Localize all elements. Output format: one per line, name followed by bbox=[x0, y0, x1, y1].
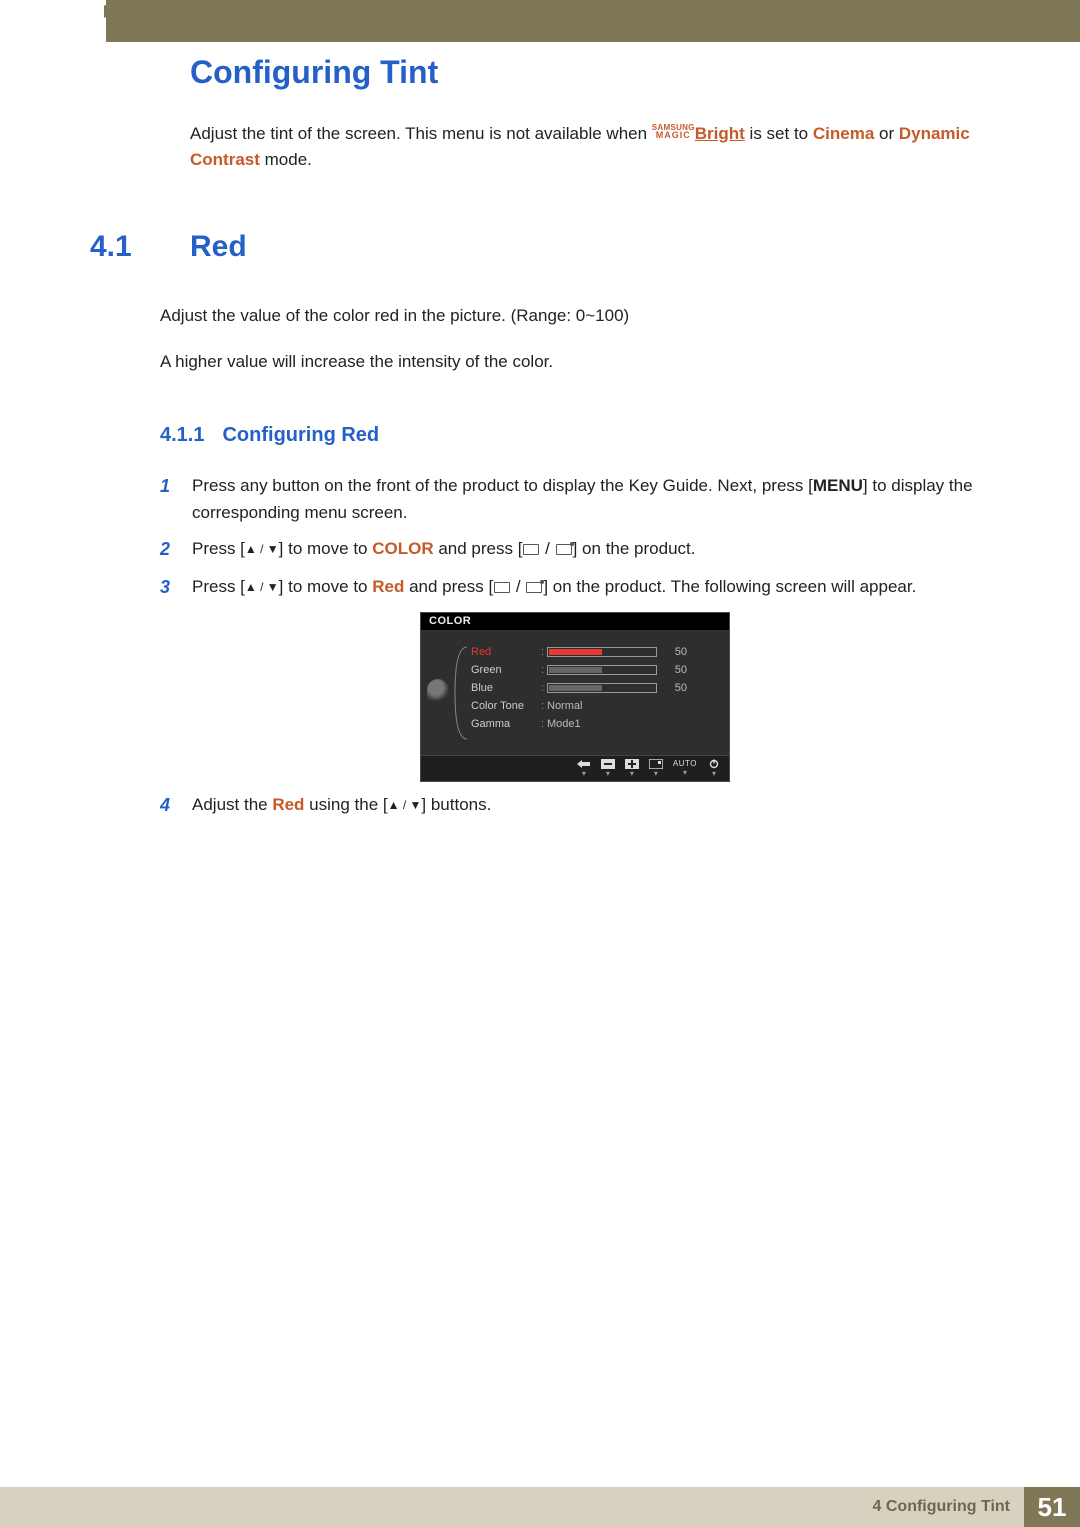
step-1-number: 1 bbox=[160, 473, 174, 526]
osd-val-ctone: Normal bbox=[547, 700, 582, 712]
step-1-a: Press any button on the front of the pro… bbox=[192, 476, 813, 495]
menu-keyword: MENU bbox=[813, 476, 863, 495]
intro-paragraph: Adjust the tint of the screen. This menu… bbox=[190, 121, 990, 174]
osd-label-green: Green bbox=[471, 664, 541, 676]
step-2-b: ] to move to bbox=[279, 539, 373, 558]
enter-icon bbox=[526, 582, 542, 593]
chapter-number-graphic: 4 bbox=[104, 0, 162, 42]
osd-row-gamma: Gamma : Mode1 bbox=[429, 715, 721, 733]
osd-body: Red : 50 Green : 50 Blue bbox=[421, 643, 729, 747]
osd-return-icon: ▾ bbox=[577, 759, 591, 778]
osd-bar-red bbox=[547, 647, 657, 657]
step-2: 2 Press [▲ / ▼] to move to COLOR and pre… bbox=[160, 536, 990, 564]
subsection-heading: 4.1.1 Configuring Red bbox=[160, 424, 990, 447]
red-keyword: Red bbox=[372, 577, 404, 596]
color-keyword: COLOR bbox=[372, 539, 433, 558]
osd-footer: ▾ ▾ ▾ ▾ AUTO▾ ▾ bbox=[421, 755, 729, 781]
osd-row-blue: Blue : 50 bbox=[429, 679, 721, 697]
intro-mid2: or bbox=[874, 124, 899, 143]
page: 4 Configuring Tint Adjust the tint of th… bbox=[0, 0, 1080, 1527]
osd-screenshot: COLOR Red : 50 Green bbox=[160, 612, 990, 782]
osd-val-green: 50 bbox=[665, 664, 687, 676]
osd-enter-icon: ▾ bbox=[649, 759, 663, 778]
osd-row-color-tone: Color Tone : Normal bbox=[429, 697, 721, 715]
step-4-c: ] buttons. bbox=[421, 795, 491, 814]
chapter-number: 4 bbox=[104, 0, 147, 42]
triangle-up-down-icon: ▲ / ▼ bbox=[388, 798, 422, 812]
osd-bar-fill-red bbox=[549, 649, 602, 655]
osd-row-red: Red : 50 bbox=[429, 643, 721, 661]
osd-plus-icon: ▾ bbox=[625, 759, 639, 778]
osd-val-gamma: Mode1 bbox=[547, 718, 581, 730]
step-2-d: ] on the product. bbox=[573, 539, 696, 558]
step-2-c: and press [ bbox=[434, 539, 523, 558]
bright-keyword: Bright bbox=[695, 124, 745, 143]
step-4-number: 4 bbox=[160, 792, 174, 820]
footer-page-number: 51 bbox=[1024, 1487, 1080, 1527]
osd-title: COLOR bbox=[421, 613, 729, 631]
section-number: 4.1 bbox=[90, 230, 160, 264]
osd-val-red: 50 bbox=[665, 646, 687, 658]
magic-bot: MAGIC bbox=[652, 131, 695, 139]
osd-val-blue: 50 bbox=[665, 682, 687, 694]
step-4-a: Adjust the bbox=[192, 795, 272, 814]
osd-label-gamma: Gamma bbox=[471, 718, 541, 730]
step-3-number: 3 bbox=[160, 574, 174, 602]
step-4: 4 Adjust the Red using the [▲ / ▼] butto… bbox=[160, 792, 990, 820]
intro-suffix: mode. bbox=[260, 150, 312, 169]
page-title: Configuring Tint bbox=[190, 54, 990, 91]
auto-text: AUTO bbox=[673, 759, 697, 768]
osd-bar-green bbox=[547, 665, 657, 675]
step-3-b: ] to move to bbox=[279, 577, 373, 596]
subsection-number: 4.1.1 bbox=[160, 424, 204, 447]
intro-mid1: is set to bbox=[745, 124, 813, 143]
content-area: Configuring Tint Adjust the tint of the … bbox=[0, 42, 1080, 820]
section-body: Adjust the value of the color red in the… bbox=[160, 300, 990, 379]
osd-panel: COLOR Red : 50 Green bbox=[420, 612, 730, 782]
osd-label-ctone: Color Tone bbox=[471, 700, 541, 712]
step-3-c: and press [ bbox=[404, 577, 493, 596]
step-2-text: Press [▲ / ▼] to move to COLOR and press… bbox=[192, 536, 695, 564]
source-icon bbox=[494, 582, 510, 593]
step-2-number: 2 bbox=[160, 536, 174, 564]
step-1-text: Press any button on the front of the pro… bbox=[192, 473, 990, 526]
osd-row-green: Green : 50 bbox=[429, 661, 721, 679]
step-2-a: Press [ bbox=[192, 539, 245, 558]
enter-icon bbox=[556, 544, 572, 555]
red-keyword: Red bbox=[272, 795, 304, 814]
samsung-magic-label: SAMSUNGMAGIC bbox=[652, 130, 695, 141]
step-list: 1 Press any button on the front of the p… bbox=[160, 473, 990, 819]
source-icon bbox=[523, 544, 539, 555]
section-p1: Adjust the value of the color red in the… bbox=[160, 300, 990, 332]
osd-minus-icon: ▾ bbox=[601, 759, 615, 778]
section-title: Red bbox=[190, 230, 247, 264]
intro-prefix: Adjust the tint of the screen. This menu… bbox=[190, 124, 652, 143]
osd-bar-blue bbox=[547, 683, 657, 693]
footer-left-block bbox=[0, 1487, 106, 1527]
banner-left-white bbox=[0, 0, 106, 42]
step-3-d: ] on the product. The following screen w… bbox=[543, 577, 916, 596]
step-3-text: Press [▲ / ▼] to move to Red and press [… bbox=[192, 574, 916, 602]
step-3: 3 Press [▲ / ▼] to move to Red and press… bbox=[160, 574, 990, 602]
subsection-title: Configuring Red bbox=[222, 424, 379, 447]
step-1: 1 Press any button on the front of the p… bbox=[160, 473, 990, 526]
step-3-a: Press [ bbox=[192, 577, 245, 596]
osd-auto-label: AUTO▾ bbox=[673, 759, 697, 777]
palette-icon bbox=[427, 679, 449, 701]
section-heading: 4.1 Red bbox=[90, 230, 990, 264]
cinema-keyword: Cinema bbox=[813, 124, 874, 143]
step-4-b: using the [ bbox=[304, 795, 387, 814]
section-p2: A higher value will increase the intensi… bbox=[160, 346, 990, 378]
osd-bar-fill-green bbox=[549, 667, 602, 673]
chapter-banner: 4 bbox=[0, 0, 1080, 42]
step-4-text: Adjust the Red using the [▲ / ▼] buttons… bbox=[192, 792, 491, 820]
osd-power-icon: ▾ bbox=[707, 759, 721, 778]
osd-bar-fill-blue bbox=[549, 685, 602, 691]
osd-label-blue: Blue bbox=[471, 682, 541, 694]
footer-chapter-label: 4 Configuring Tint bbox=[106, 1487, 1024, 1527]
page-footer: 4 Configuring Tint 51 bbox=[0, 1487, 1080, 1527]
osd-label-red: Red bbox=[471, 646, 541, 658]
triangle-up-down-icon: ▲ / ▼ bbox=[245, 580, 279, 594]
triangle-up-down-icon: ▲ / ▼ bbox=[245, 542, 279, 556]
